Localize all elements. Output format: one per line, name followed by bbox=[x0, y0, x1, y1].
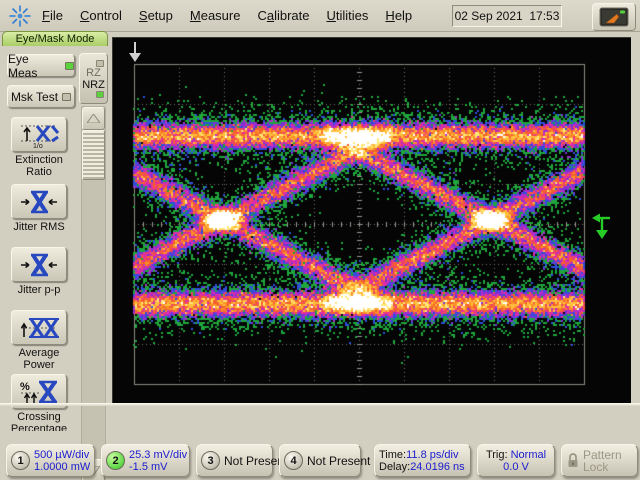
scroll-up-button[interactable] bbox=[82, 107, 105, 130]
channel-1-status: 500 µW/div1.0000 mW bbox=[34, 449, 90, 473]
menu-utilities[interactable]: Utilities bbox=[327, 8, 369, 23]
tool-label: Jitter p-p bbox=[6, 284, 72, 296]
tool-jitter-rms: Jitter RMS bbox=[6, 184, 72, 233]
tool-extinction-ratio: 1/o Extinction Ratio bbox=[6, 117, 72, 178]
channel-4-status: Not Present bbox=[307, 454, 370, 468]
agilent-logo-icon bbox=[8, 4, 32, 28]
average-power-button[interactable] bbox=[11, 310, 67, 345]
nrz-led-icon bbox=[96, 91, 104, 98]
touch-screen-button[interactable] bbox=[592, 3, 636, 31]
svg-text:%: % bbox=[20, 381, 30, 393]
channel-4-indicator: 4 bbox=[284, 451, 303, 470]
touch-screen-icon bbox=[599, 7, 629, 27]
channel-2-button[interactable]: 225.3 mV/div-1.5 mV bbox=[101, 444, 190, 477]
timebase-button[interactable]: Time:11.8 ps/div Delay:24.0196 ns bbox=[374, 444, 471, 477]
channel-3-indicator: 3 bbox=[201, 451, 220, 470]
menu-control[interactable]: Control bbox=[80, 8, 122, 23]
sidebar-scrollbar[interactable] bbox=[81, 106, 106, 480]
trigger-button[interactable]: Trig: Normal 0.0 V bbox=[477, 444, 555, 477]
menu-items: File Control Setup Measure Calibrate Utilitie… bbox=[42, 8, 412, 23]
display-bottom-highlight bbox=[0, 403, 640, 406]
menu-help[interactable]: Help bbox=[385, 8, 412, 23]
channel-2-indicator: 2 bbox=[106, 451, 125, 470]
channel-2-status: 25.3 mV/div-1.5 mV bbox=[129, 449, 187, 473]
nrz-label: NRZ bbox=[82, 79, 105, 91]
menu-setup[interactable]: Setup bbox=[139, 8, 173, 23]
waveform-display bbox=[112, 37, 631, 404]
timebase-reference-arrow-icon bbox=[125, 40, 145, 64]
jitter-rms-button[interactable] bbox=[11, 184, 67, 219]
channel-4-button[interactable]: 4Not Present bbox=[279, 444, 361, 477]
jitter-p-p-button[interactable] bbox=[11, 247, 67, 282]
datetime-display: 02 Sep 2021 17:53 bbox=[452, 5, 562, 27]
scope-application: File Control Setup Measure Calibrate Utilitie… bbox=[0, 0, 640, 480]
mode-tab[interactable]: Eye/Mask Mode bbox=[2, 31, 108, 46]
measurement-tools: 1/o Extinction Ratio Jitter RMS Jitter p-p A… bbox=[0, 45, 79, 431]
tool-label: Jitter RMS bbox=[6, 221, 72, 233]
extinction-ratio-button[interactable]: 1/o bbox=[11, 117, 67, 152]
rz-nrz-toggle[interactable]: RZ NRZ bbox=[79, 53, 108, 104]
tool-label: Extinction Ratio bbox=[6, 154, 72, 178]
channel-3-button[interactable]: 3Not Present bbox=[196, 444, 273, 477]
channel-3-status: Not Present bbox=[224, 454, 287, 468]
pattern-lock-button[interactable]: Pattern Lock bbox=[561, 444, 638, 477]
rz-label: RZ bbox=[86, 67, 101, 79]
status-bar: 1500 µW/div1.0000 mW225.3 mV/div-1.5 mV3… bbox=[0, 443, 640, 480]
channel-buttons: 1500 µW/div1.0000 mW225.3 mV/div-1.5 mV3… bbox=[0, 444, 361, 477]
tool-label: Crossing Percentage bbox=[6, 411, 72, 431]
channel-1-indicator: 1 bbox=[11, 451, 30, 470]
scroll-up-icon bbox=[87, 114, 100, 123]
padlock-icon bbox=[566, 453, 580, 469]
trigger-level-arrow-icon[interactable] bbox=[589, 212, 615, 244]
tool-jitter-p-p: Jitter p-p bbox=[6, 247, 72, 296]
eye-diagram-canvas bbox=[113, 38, 631, 404]
channel-1-button[interactable]: 1500 µW/div1.0000 mW bbox=[6, 444, 95, 477]
menu-calibrate[interactable]: Calibrate bbox=[257, 8, 309, 23]
sidebar: Eye Meas Msk Test RZ NRZ 1/oExtinction R… bbox=[0, 45, 110, 443]
menu-measure[interactable]: Measure bbox=[190, 8, 241, 23]
menu-bar: File Control Setup Measure Calibrate Utilitie… bbox=[0, 0, 640, 32]
menu-file[interactable]: File bbox=[42, 8, 63, 23]
svg-text:1/o: 1/o bbox=[33, 143, 43, 148]
rz-led-icon bbox=[96, 60, 104, 67]
tool-average-power: Average Power bbox=[6, 310, 72, 371]
tool-label: Average Power bbox=[6, 347, 72, 371]
scroll-thumb[interactable] bbox=[82, 130, 105, 180]
